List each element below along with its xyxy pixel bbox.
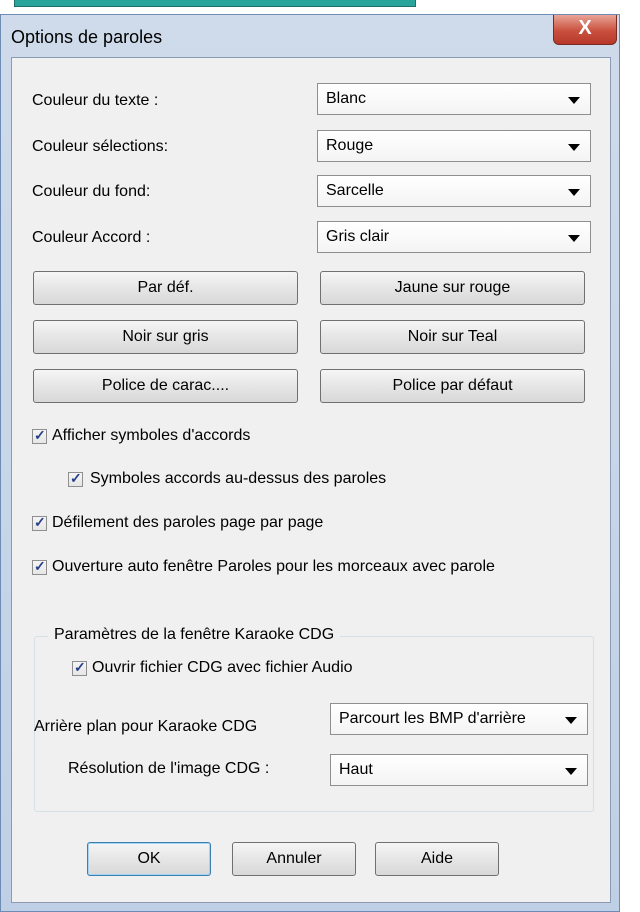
text-color-label: Couleur du texte :: [32, 92, 159, 109]
text-color-value: Blanc: [326, 90, 367, 107]
selection-color-value: Rouge: [326, 137, 374, 154]
open-cdg-with-audio-checkbox[interactable]: ✓: [72, 659, 87, 676]
ok-button[interactable]: OK: [87, 842, 211, 876]
show-chords-checkbox[interactable]: ✓: [32, 427, 47, 444]
lyrics-options-dialog: Options de paroles X Couleur du texte : …: [0, 14, 620, 912]
background-strip: [0, 0, 640, 14]
dialog-body: Couleur du texte : Blanc Couleur sélecti…: [11, 57, 611, 903]
chevron-down-icon: [568, 189, 580, 196]
default-font-button[interactable]: Police par défaut: [320, 369, 585, 403]
checkmark-icon: ✓: [70, 470, 82, 486]
selection-color-label: Couleur sélections:: [32, 138, 169, 155]
chord-color-value: Gris clair: [326, 228, 390, 245]
close-button[interactable]: X: [553, 15, 617, 45]
preset-black-on-teal-button[interactable]: Noir sur Teal: [320, 320, 585, 354]
preset-black-on-gray-button[interactable]: Noir sur gris: [33, 320, 298, 354]
auto-open-checkbox[interactable]: ✓: [32, 558, 47, 575]
cancel-button[interactable]: Annuler: [232, 842, 356, 876]
cdg-background-select[interactable]: Parcourt les BMP d'arrière: [330, 703, 588, 735]
checkmark-icon: ✓: [34, 427, 46, 443]
open-cdg-with-audio-label: Ouvrir fichier CDG avec fichier Audio: [92, 659, 353, 676]
checkmark-icon: ✓: [34, 558, 46, 574]
selection-color-select[interactable]: Rouge: [317, 130, 591, 162]
chords-above-checkbox[interactable]: ✓: [68, 470, 83, 487]
chevron-down-icon: [565, 768, 577, 775]
checkmark-icon: ✓: [74, 659, 86, 675]
cdg-resolution-value: Haut: [339, 761, 373, 778]
background-window-edge: [14, 0, 416, 7]
preset-yellow-on-red-button[interactable]: Jaune sur rouge: [320, 271, 585, 305]
cdg-group-title: Paramètres de la fenêtre Karaoke CDG: [48, 626, 341, 644]
page-scroll-checkbox[interactable]: ✓: [32, 514, 47, 531]
background-color-value: Sarcelle: [326, 182, 384, 199]
close-icon: X: [578, 17, 592, 39]
page-scroll-label: Défilement des paroles page par page: [52, 514, 324, 531]
help-button[interactable]: Aide: [375, 842, 499, 876]
cdg-resolution-label: Résolution de l'image CDG :: [68, 760, 270, 777]
chord-color-label: Couleur Accord :: [32, 229, 151, 246]
show-chords-label: Afficher symboles d'accords: [52, 427, 251, 444]
cdg-background-value: Parcourt les BMP d'arrière: [339, 710, 526, 727]
cdg-resolution-select[interactable]: Haut: [330, 754, 588, 786]
chevron-down-icon: [568, 144, 580, 151]
auto-open-label: Ouverture auto fenêtre Paroles pour les …: [52, 558, 495, 575]
chord-color-select[interactable]: Gris clair: [317, 221, 591, 253]
text-color-select[interactable]: Blanc: [317, 83, 591, 115]
cdg-background-label: Arrière plan pour Karaoke CDG: [34, 718, 258, 735]
background-color-select[interactable]: Sarcelle: [317, 175, 591, 207]
chevron-down-icon: [568, 97, 580, 104]
chords-above-label: Symboles accords au-dessus des paroles: [90, 470, 387, 487]
background-color-label: Couleur du fond:: [32, 183, 151, 200]
chevron-down-icon: [568, 235, 580, 242]
title-bar: Options de paroles X: [1, 15, 619, 57]
dialog-title: Options de paroles: [11, 27, 163, 47]
font-button[interactable]: Police de carac....: [33, 369, 298, 403]
chevron-down-icon: [565, 717, 577, 724]
checkmark-icon: ✓: [34, 514, 46, 530]
preset-default-button[interactable]: Par déf.: [33, 271, 298, 305]
